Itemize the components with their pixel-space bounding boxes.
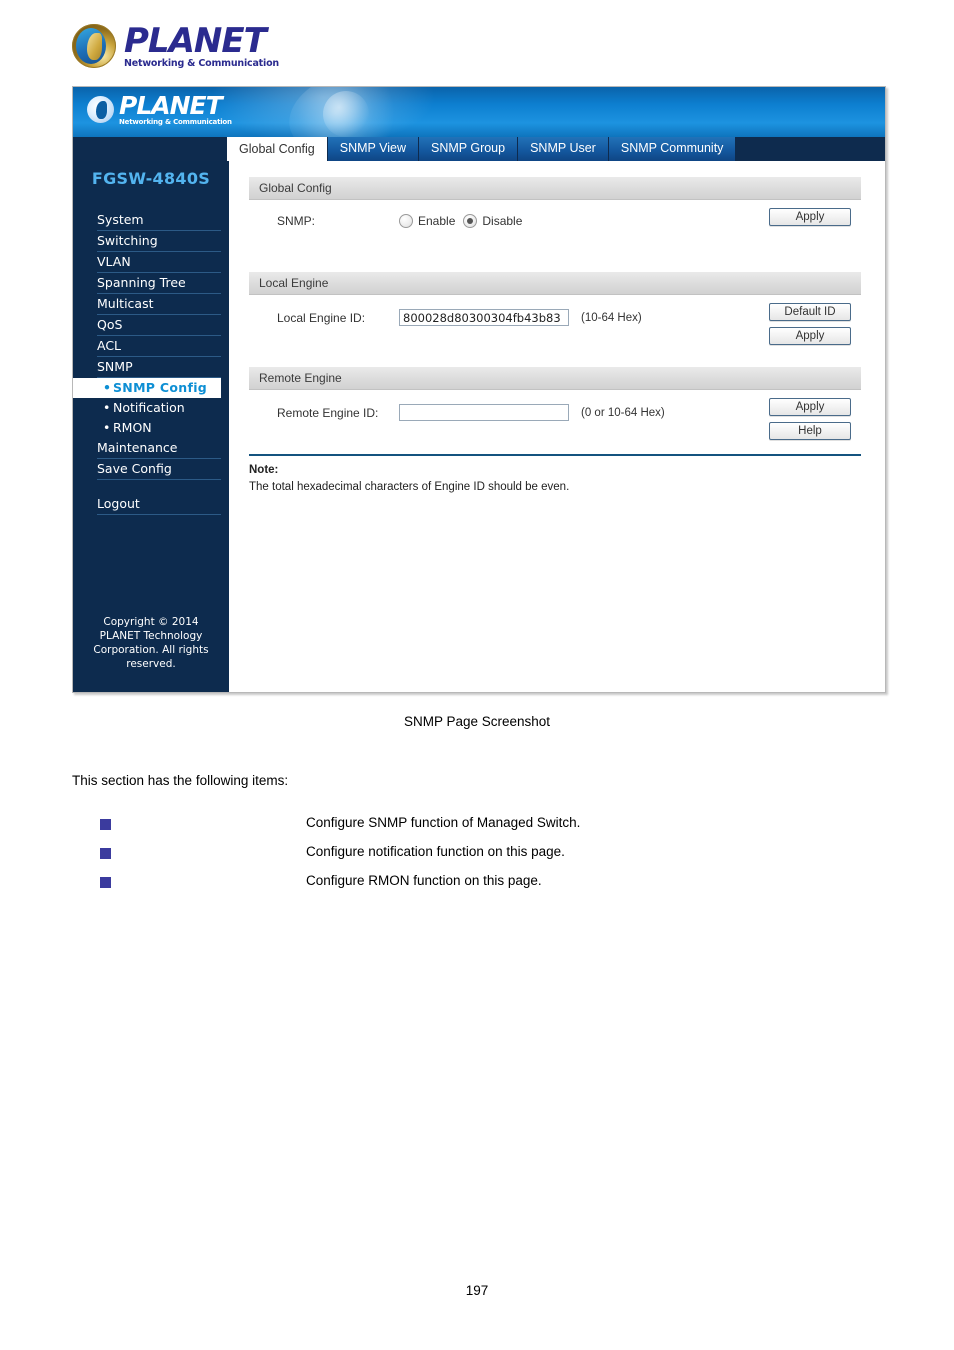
document-logo-wordmark: PLANET: [124, 21, 267, 61]
list-item: Configure SNMP function of Managed Switc…: [100, 815, 894, 844]
document-logo: PLANET Networking & Communication: [72, 24, 279, 69]
figure-caption: SNMP Page Screenshot: [403, 714, 551, 729]
sidebar-item-multicast[interactable]: Multicast: [97, 294, 221, 315]
copyright-line-2: PLANET Technology: [99, 630, 203, 642]
copyright-line-4: reserved.: [126, 658, 176, 670]
default-id-button[interactable]: Default ID: [769, 303, 851, 321]
radio-checked-icon[interactable]: [463, 214, 478, 228]
note-title: Note:: [249, 464, 279, 476]
sidebar-item-acl[interactable]: ACL: [97, 336, 221, 357]
document-logo-text: PLANET Networking & Communication: [124, 24, 279, 69]
intro-text-value: This section has the following items:: [72, 773, 289, 788]
sidebar-item-snmp[interactable]: SNMP: [97, 357, 221, 378]
snmp-radio-group: Enable Disable: [399, 214, 522, 228]
snmp-enable-radio[interactable]: Enable: [399, 214, 455, 228]
section-body-local-engine: Local Engine ID: 800028d80300304fb43b83 …: [249, 295, 861, 353]
copyright-line-1: Copyright © 2014: [103, 616, 199, 628]
item-list: Configure SNMP function of Managed Switc…: [100, 815, 894, 902]
sidebar-item-logout[interactable]: Logout: [97, 494, 221, 515]
snmp-disable-label: Disable: [482, 214, 523, 228]
section-body-remote-engine: Remote Engine ID: (0 or 10-64 Hex) Apply…: [249, 390, 861, 448]
page-number: 197: [465, 1283, 489, 1298]
local-engine-apply-button[interactable]: Apply: [769, 327, 851, 345]
tab-snmp-user[interactable]: SNMP User: [518, 137, 609, 161]
remote-engine-id-hint: (0 or 10-64 Hex): [581, 406, 665, 419]
sidebar-item-rmon[interactable]: RMON: [103, 418, 221, 438]
sidebar-menu-gap: [73, 480, 229, 494]
device-web-ui-screenshot: PLANET Networking & Communication Global…: [72, 86, 886, 693]
section-body-global-config: SNMP: Enable Disable Apply: [249, 200, 861, 258]
sidebar-item-qos[interactable]: QoS: [97, 315, 221, 336]
radio-unchecked-icon[interactable]: [399, 214, 413, 228]
remote-engine-apply-button[interactable]: Apply: [769, 398, 851, 416]
square-bullet-icon: [100, 877, 111, 888]
sidebar-item-vlan[interactable]: VLAN: [97, 252, 221, 273]
sidebar-item-maintenance[interactable]: Maintenance: [97, 438, 221, 459]
sidebar-item-switching[interactable]: Switching: [97, 231, 221, 252]
section-header-remote-engine: Remote Engine: [249, 367, 861, 390]
planet-globe-icon: [72, 24, 116, 69]
tab-list: Global Config SNMP View SNMP Group SNMP …: [227, 137, 737, 161]
remote-engine-id-input[interactable]: [399, 404, 569, 421]
ui-brand-logo-text: PLANET Networking & Communication: [119, 93, 232, 126]
planet-globe-icon: [87, 96, 114, 123]
list-item: Configure notification function on this …: [100, 844, 894, 873]
banner-globe-art-highlight-icon: [323, 91, 369, 137]
sidebar-item-notification[interactable]: Notification: [103, 398, 221, 418]
section-gap-2: [249, 353, 861, 367]
tab-snmp-view[interactable]: SNMP View: [327, 137, 419, 161]
snmp-disable-radio[interactable]: Disable: [463, 214, 522, 228]
ui-body: FGSW-4840S System Switching VLAN Spannin…: [73, 161, 885, 692]
intro-text: This section has the following items:: [72, 773, 288, 788]
ui-brand-tagline: Networking & Communication: [119, 118, 232, 126]
note-text: The total hexadecimal characters of Engi…: [249, 481, 570, 493]
tab-snmp-group[interactable]: SNMP Group: [418, 137, 519, 161]
local-engine-id-label: Local Engine ID:: [277, 310, 366, 325]
square-bullet-icon: [100, 848, 111, 859]
sidebar-item-snmp-config[interactable]: SNMP Config: [73, 378, 221, 398]
document-logo-tagline: Networking & Communication: [124, 58, 279, 69]
ui-banner: PLANET Networking & Communication: [73, 87, 885, 137]
tab-strip: Global Config SNMP View SNMP Group SNMP …: [73, 137, 885, 161]
section-header-local-engine: Local Engine: [249, 272, 861, 295]
global-config-apply-button[interactable]: Apply: [769, 208, 851, 226]
remote-engine-id-label: Remote Engine ID:: [277, 405, 379, 420]
list-item: Configure RMON function on this page.: [100, 873, 894, 902]
sidebar: FGSW-4840S System Switching VLAN Spannin…: [73, 161, 229, 692]
section-gap-1: [249, 258, 861, 272]
section-header-global-config: Global Config: [249, 177, 861, 200]
local-engine-button-column: Default ID Apply: [769, 303, 851, 345]
device-model-label: FGSW-4840S: [91, 169, 211, 188]
square-bullet-icon: [100, 819, 111, 830]
remote-engine-button-column: Apply Help: [769, 398, 851, 440]
sidebar-item-spanning-tree[interactable]: Spanning Tree: [97, 273, 221, 294]
note-divider: [249, 454, 861, 456]
tab-global-config[interactable]: Global Config: [227, 137, 328, 161]
content-pane: Global Config SNMP: Enable Disable Apply…: [229, 161, 885, 692]
help-button[interactable]: Help: [769, 422, 851, 440]
sidebar-item-system[interactable]: System: [97, 210, 221, 231]
snmp-enable-label: Enable: [418, 214, 456, 228]
copyright-line-3: Corporation. All rights: [93, 644, 209, 656]
ui-brand-logo: PLANET Networking & Communication: [87, 93, 232, 126]
sidebar-copyright: Copyright © 2014 PLANET Technology Corpo…: [73, 615, 229, 671]
list-item-description: Configure RMON function on this page.: [306, 873, 542, 888]
list-item-description: Configure SNMP function of Managed Switc…: [306, 815, 581, 830]
global-config-button-column: Apply: [769, 208, 851, 226]
sidebar-item-save-config[interactable]: Save Config: [97, 459, 221, 480]
snmp-label: SNMP:: [277, 214, 316, 228]
local-engine-id-hint: (10-64 Hex): [581, 311, 642, 324]
tab-snmp-community[interactable]: SNMP Community: [608, 137, 737, 161]
local-engine-id-input[interactable]: 800028d80300304fb43b83: [399, 309, 569, 326]
list-item-description: Configure notification function on this …: [306, 844, 565, 859]
ui-brand-wordmark: PLANET: [119, 91, 223, 120]
sidebar-menu: System Switching VLAN Spanning Tree Mult…: [73, 210, 229, 515]
